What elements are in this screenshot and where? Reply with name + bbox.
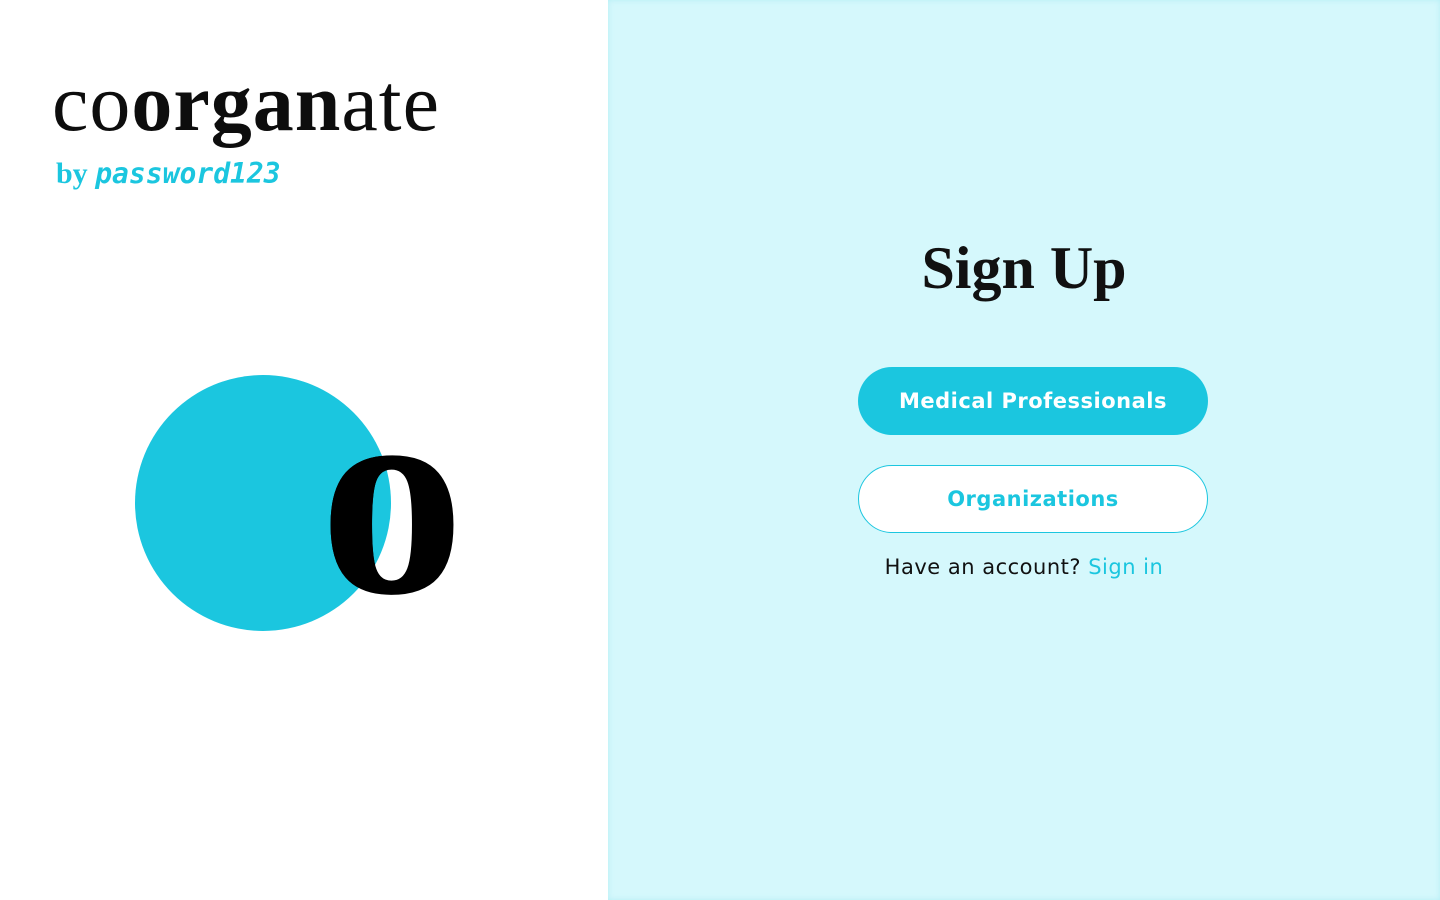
- page-title: Sign Up: [921, 235, 1127, 301]
- logo-mark-icon: o o: [120, 360, 500, 650]
- byline-name: password123: [95, 157, 281, 190]
- wordmark-prefix: co: [52, 57, 132, 148]
- wordmark-suffix: ate: [341, 57, 440, 148]
- wordmark-bold: organ: [131, 57, 342, 148]
- organizations-button[interactable]: Organizations: [858, 465, 1208, 533]
- have-account-text: Have an account?: [884, 555, 1082, 579]
- byline: by password123: [56, 154, 281, 194]
- logo-wordmark: coorganate: [52, 58, 440, 150]
- signup-page: coorganate by password123 o o Sign Up Me…: [0, 0, 1440, 900]
- sign-in-link[interactable]: Sign in: [1088, 555, 1163, 579]
- byline-by: by: [56, 157, 88, 190]
- brand-panel: coorganate by password123 o o: [0, 0, 608, 900]
- medical-professionals-button[interactable]: Medical Professionals: [858, 367, 1208, 435]
- signin-prompt: Have an account? Sign in: [608, 552, 1440, 582]
- signup-panel: [608, 0, 1440, 900]
